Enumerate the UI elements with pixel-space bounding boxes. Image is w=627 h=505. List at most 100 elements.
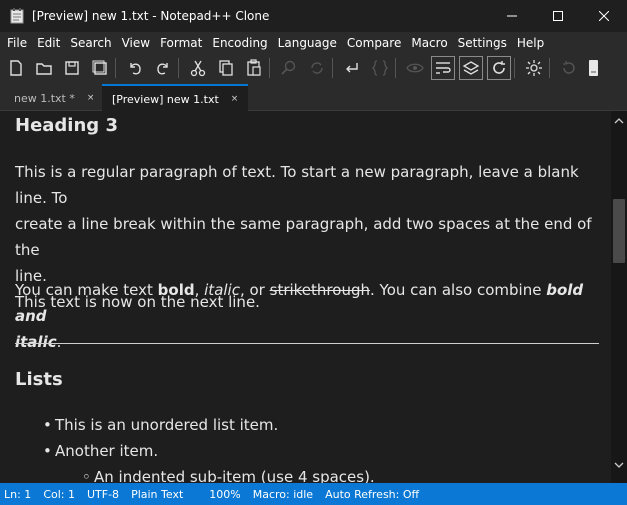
sub-list-item: ◦ An indented sub-item (use 4 spaces).	[82, 464, 375, 483]
copy-icon	[219, 60, 233, 76]
tab-label: new 1.txt *	[14, 91, 75, 105]
eye-icon	[406, 63, 424, 73]
wrap-lines-button[interactable]	[431, 56, 455, 80]
braces-button[interactable]	[368, 56, 392, 80]
tab-close-icon[interactable]: ×	[231, 94, 239, 104]
wrap-lines-icon	[436, 62, 451, 74]
status-encoding[interactable]: UTF-8	[81, 488, 125, 501]
open-folder-icon	[36, 63, 52, 75]
bold-text: bold	[157, 281, 195, 299]
layers-icon	[462, 61, 480, 75]
find-icon	[281, 60, 296, 75]
maximize-icon	[553, 11, 563, 21]
scroll-thumb[interactable]	[613, 199, 625, 263]
scroll-down-button[interactable]	[611, 457, 627, 473]
open-button[interactable]	[32, 56, 56, 80]
italic-text: italic	[204, 281, 240, 299]
tab-close-icon[interactable]: ×	[87, 93, 95, 103]
menu-settings[interactable]: Settings	[453, 36, 512, 50]
text-run: You can make text	[15, 281, 158, 299]
word-wrap-icon	[346, 63, 358, 73]
menu-encoding[interactable]: Encoding	[207, 36, 272, 50]
cut-icon	[190, 60, 206, 77]
menu-view[interactable]: View	[117, 36, 155, 50]
text-run: . You can also combine	[369, 281, 547, 299]
status-line: Ln: 1	[4, 487, 32, 501]
minimize-button[interactable]	[489, 0, 535, 32]
status-auto-refresh[interactable]: Auto Refresh: Off	[319, 488, 425, 501]
copy-button[interactable]	[214, 56, 238, 80]
layers-button[interactable]	[459, 56, 483, 80]
title-bar: [Preview] new 1.txt - Notepad++ Clone	[0, 0, 627, 32]
menu-help[interactable]: Help	[512, 36, 549, 50]
redo-icon	[157, 63, 168, 75]
menu-format[interactable]: Format	[155, 36, 207, 50]
reload-icon	[563, 61, 575, 74]
reload-button[interactable]	[557, 56, 581, 80]
save-icon	[65, 61, 79, 75]
tab-bar: new 1.txt * × [Preview] new 1.txt ×	[0, 84, 627, 112]
save-all-button[interactable]	[88, 56, 112, 80]
menu-edit[interactable]: Edit	[32, 36, 65, 50]
paste-icon	[247, 59, 261, 76]
list-item: • Another item.	[43, 438, 158, 464]
text-run: .	[56, 333, 62, 351]
find-button[interactable]	[277, 56, 301, 80]
save-button[interactable]	[60, 56, 84, 80]
horizontal-rule	[15, 343, 599, 344]
tab-new-1[interactable]: new 1.txt * ×	[14, 86, 94, 110]
close-icon	[599, 11, 609, 21]
scroll-icon	[589, 60, 598, 76]
braces-icon	[372, 60, 388, 76]
menu-macro[interactable]: Macro	[406, 36, 452, 50]
menu-compare[interactable]: Compare	[342, 36, 406, 50]
preview-pane[interactable]: Heading 3 This is a regular paragraph of…	[0, 111, 611, 483]
redo-button[interactable]	[151, 56, 175, 80]
status-zoom[interactable]: 100%	[189, 488, 246, 501]
tab-preview[interactable]: [Preview] new 1.txt ×	[102, 84, 249, 112]
cut-button[interactable]	[186, 56, 210, 80]
replace-button[interactable]	[305, 56, 329, 80]
heading-3: Heading 3	[15, 115, 118, 136]
word-wrap-button[interactable]	[340, 56, 364, 80]
notepad-app-icon	[10, 8, 24, 24]
menu-file[interactable]: File	[2, 36, 32, 50]
save-all-icon	[92, 60, 107, 75]
replace-icon	[311, 62, 323, 74]
strikethrough-text: strikethrough	[269, 281, 370, 299]
new-file-icon	[10, 60, 22, 76]
status-column: Col: 1	[43, 487, 75, 501]
tab-label: [Preview] new 1.txt	[112, 92, 219, 106]
refresh-icon	[493, 61, 505, 74]
heading-lists: Lists	[15, 369, 63, 390]
new-file-button[interactable]	[4, 56, 28, 80]
bullet: •	[43, 416, 52, 434]
status-bar: Ln: 1 Col: 1 UTF-8 Plain Text 100% Macro…	[0, 483, 627, 505]
toolbar-separator	[269, 58, 270, 78]
text-line: This is a regular paragraph of text. To …	[15, 163, 579, 207]
refresh-button[interactable]	[487, 56, 511, 80]
theme-sun-icon	[526, 60, 542, 76]
text-run: , or	[239, 281, 270, 299]
scroll-up-button[interactable]	[611, 113, 627, 129]
scroll-button[interactable]	[581, 56, 605, 80]
undo-icon	[130, 63, 141, 75]
undo-button[interactable]	[123, 56, 147, 80]
chevron-up-icon	[614, 118, 624, 124]
theme-toggle-button[interactable]	[522, 56, 546, 80]
menu-search[interactable]: Search	[65, 36, 116, 50]
paste-button[interactable]	[242, 56, 266, 80]
close-button[interactable]	[581, 0, 627, 32]
vertical-scrollbar[interactable]	[611, 111, 627, 483]
sub-bullet: ◦	[82, 468, 91, 483]
maximize-button[interactable]	[535, 0, 581, 32]
menu-language[interactable]: Language	[273, 36, 342, 50]
status-language[interactable]: Plain Text	[125, 488, 189, 501]
minimize-icon	[507, 15, 517, 17]
toolbar-separator	[514, 58, 515, 78]
list-item-text: Another item.	[55, 442, 159, 460]
bullet: •	[43, 442, 52, 460]
text-run: ,	[194, 281, 205, 299]
list-item-text: An indented sub-item (use 4 spaces).	[94, 468, 375, 483]
eye-button[interactable]	[403, 56, 427, 80]
